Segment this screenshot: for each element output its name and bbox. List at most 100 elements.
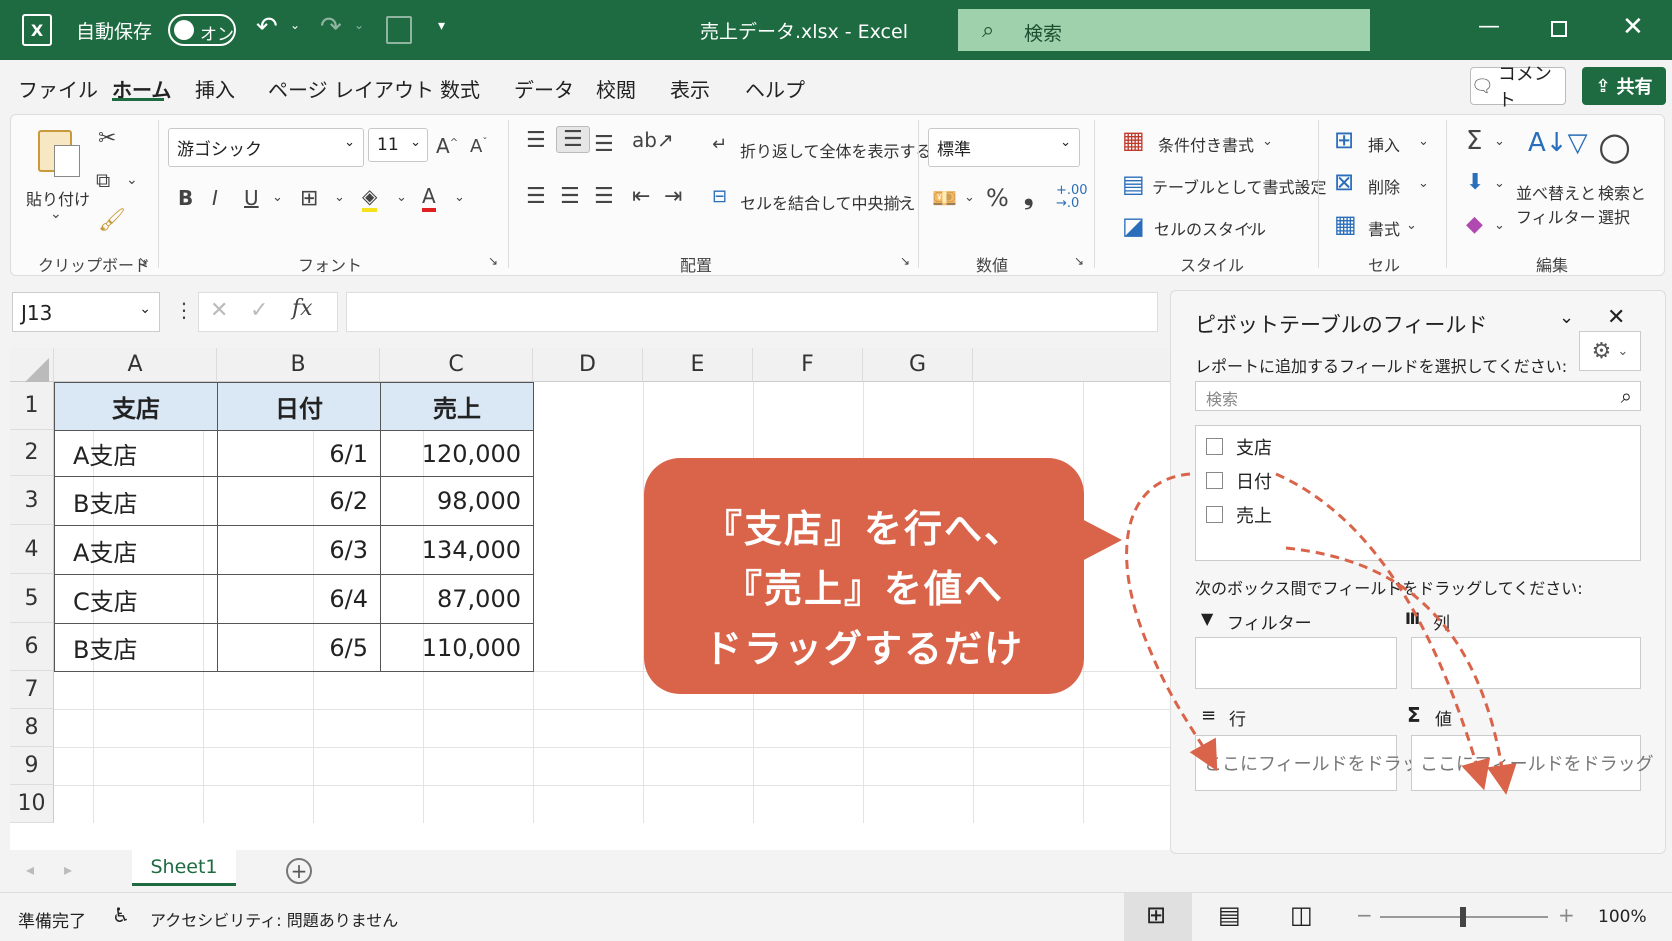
align-center-icon[interactable]: ☰ [560, 184, 580, 209]
row-header-8[interactable]: 8 [10, 709, 54, 747]
merge-dropdown-icon[interactable]: ⌄ [896, 192, 907, 207]
add-sheet-icon[interactable]: + [286, 858, 312, 884]
delete-cells-button[interactable]: 削除 [1368, 174, 1400, 198]
table-cell[interactable]: 87,000 [380, 574, 534, 624]
number-launcher-icon[interactable]: ↘ [1074, 254, 1084, 268]
merge-center-button[interactable]: セルを結合して中央揃え [740, 190, 916, 214]
scroll-left-icon[interactable]: ◂ [26, 860, 34, 879]
table-cell[interactable]: 110,000 [380, 623, 534, 672]
menu-insert[interactable]: 挿入 [195, 74, 235, 103]
clipboard-launcher-icon[interactable]: ↘ [138, 254, 148, 268]
comment-button[interactable]: 🗨 コメント [1470, 64, 1566, 111]
accounting-format-icon[interactable]: 💴 [932, 186, 957, 210]
fill-color-icon[interactable]: ◈ [362, 184, 378, 212]
autosum-dropdown-icon[interactable]: ⌄ [1494, 134, 1505, 149]
select-all-corner[interactable] [10, 348, 54, 382]
align-right-icon[interactable]: ☰ [594, 184, 614, 209]
field-checkbox-date[interactable] [1206, 472, 1223, 489]
table-cell[interactable]: 6/5 [217, 623, 381, 672]
column-header-d[interactable]: D [533, 348, 643, 382]
row-header-7[interactable]: 7 [10, 671, 54, 709]
table-cell[interactable]: 6/2 [217, 476, 381, 526]
autosave-toggle[interactable]: オン [168, 14, 236, 46]
table-cell[interactable]: 6/4 [217, 574, 381, 624]
enter-icon[interactable]: ✓ [250, 298, 268, 323]
name-box[interactable]: J13 ⌄ [12, 292, 160, 332]
menu-data[interactable]: データ [514, 74, 574, 103]
font-name-dropdown[interactable]: 游ゴシック ⌄ [168, 128, 364, 167]
font-launcher-icon[interactable]: ↘ [488, 254, 498, 268]
font-color-dropdown-icon[interactable]: ⌄ [454, 190, 465, 205]
zoom-out-icon[interactable]: − [1356, 903, 1373, 927]
increase-font-icon[interactable]: A^ [436, 134, 458, 158]
sort-filter-icon[interactable]: A↓▽ [1528, 128, 1588, 158]
font-color-icon[interactable]: A [422, 184, 436, 212]
minimize-icon[interactable]: — [1478, 14, 1500, 39]
scroll-right-icon[interactable]: ▸ [64, 860, 72, 879]
fill-color-dropdown-icon[interactable]: ⌄ [396, 190, 407, 205]
format-cells-button[interactable]: 書式 [1368, 216, 1400, 240]
customize-toolbar-icon[interactable]: ▾ [438, 18, 445, 34]
undo-dropdown-icon[interactable]: ⌄ [290, 18, 300, 32]
conditional-dropdown-icon[interactable]: ⌄ [1262, 134, 1273, 149]
cancel-icon[interactable]: ✕ [210, 298, 228, 323]
field-checkbox-sales[interactable] [1206, 506, 1223, 523]
row-header-1[interactable]: 1 [10, 382, 54, 430]
row-header-4[interactable]: 4 [10, 525, 54, 574]
cell-styles-icon[interactable]: ◪ [1122, 212, 1145, 240]
pane-close-icon[interactable]: ✕ [1607, 305, 1625, 330]
column-header-h[interactable] [973, 348, 1170, 382]
clear-icon[interactable]: ◆ [1466, 212, 1483, 237]
formula-input[interactable] [346, 292, 1158, 332]
font-size-dropdown[interactable]: 11 ⌄ [368, 128, 428, 162]
autosum-icon[interactable]: Σ [1466, 126, 1482, 156]
zoom-in-icon[interactable]: + [1558, 903, 1575, 927]
wrap-text-icon[interactable]: ↵ [712, 134, 727, 155]
accessibility-icon[interactable]: ♿ [112, 903, 130, 927]
increase-indent-icon[interactable]: ⇥ [664, 184, 682, 209]
table-cell[interactable]: 6/3 [217, 525, 381, 575]
format-cells-icon[interactable]: ▦ [1334, 210, 1357, 238]
filter-drop-area[interactable] [1195, 637, 1397, 689]
insert-dropdown-icon[interactable]: ⌄ [1418, 134, 1429, 149]
align-left-icon[interactable]: ☰ [526, 184, 546, 209]
row-header-6[interactable]: 6 [10, 623, 54, 671]
copy-dropdown-icon[interactable]: ⌄ [126, 172, 138, 188]
clear-dropdown-icon[interactable]: ⌄ [1494, 218, 1505, 233]
title-search-box[interactable]: ⌕ 検索 [958, 9, 1370, 51]
find-select-icon[interactable]: ○ [1598, 124, 1631, 168]
copy-icon[interactable]: ⧉ [96, 168, 110, 192]
maximize-icon[interactable] [1551, 21, 1567, 37]
field-label-sales[interactable]: 売上 [1236, 502, 1272, 528]
table-header[interactable]: 売上 [380, 382, 534, 431]
insert-function-button[interactable]: fx [292, 296, 313, 321]
merge-center-icon[interactable]: ⊟ [712, 186, 727, 207]
more-options-icon[interactable]: ⋮ [174, 298, 194, 322]
italic-button[interactable]: I [212, 186, 218, 210]
find-select-button[interactable]: 検索と [1598, 180, 1646, 204]
undo-icon[interactable]: ↶ [256, 12, 278, 42]
field-label-date[interactable]: 日付 [1236, 468, 1272, 494]
table-cell[interactable]: C支店 [54, 574, 218, 624]
table-cell[interactable]: 6/1 [217, 430, 381, 477]
table-header[interactable]: 支店 [54, 382, 218, 431]
align-middle-icon[interactable]: ☰ [556, 126, 590, 153]
delete-dropdown-icon[interactable]: ⌄ [1418, 176, 1429, 191]
format-table-dropdown-icon[interactable]: ⌄ [1298, 176, 1309, 191]
table-cell[interactable]: A支店 [54, 525, 218, 575]
column-header-f[interactable]: F [753, 348, 863, 382]
column-header-b[interactable]: B [217, 348, 380, 382]
table-cell[interactable]: 120,000 [380, 430, 534, 477]
table-cell[interactable]: B支店 [54, 623, 218, 672]
column-header-g[interactable]: G [863, 348, 973, 382]
comma-style-button[interactable]: ❟ [1024, 182, 1033, 210]
table-cell[interactable]: 134,000 [380, 525, 534, 575]
fill-dropdown-icon[interactable]: ⌄ [1494, 176, 1505, 191]
table-cell[interactable]: B支店 [54, 476, 218, 526]
page-break-view-icon[interactable]: ◫ [1290, 901, 1313, 929]
wrap-text-button[interactable]: 折り返して全体を表示する [740, 138, 932, 162]
decrease-indent-icon[interactable]: ⇤ [632, 184, 650, 209]
column-header-c[interactable]: C [380, 348, 533, 382]
borders-icon[interactable]: ⊞ [300, 186, 318, 211]
align-top-icon[interactable]: ☰ [526, 128, 546, 153]
